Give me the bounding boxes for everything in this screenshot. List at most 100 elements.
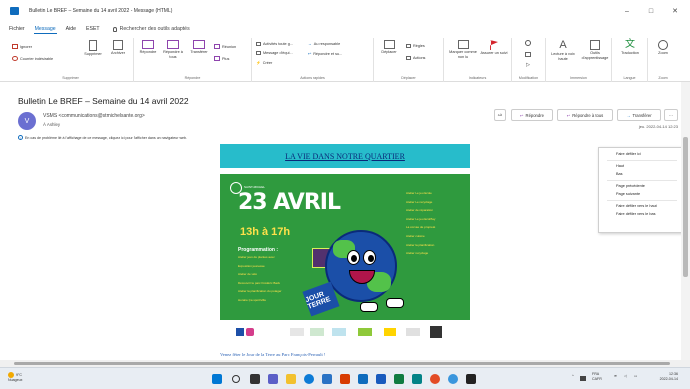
- menu-item-top[interactable]: Haut: [616, 164, 624, 168]
- junk-button[interactable]: Courrier indésirable: [12, 56, 53, 61]
- app-icon[interactable]: [466, 374, 476, 384]
- delete-button[interactable]: Supprimer: [80, 40, 106, 57]
- poster-item: La corvée de propreté: [406, 225, 436, 230]
- office-icon[interactable]: [340, 374, 350, 384]
- ribbon-forward-button[interactable]: Transférer: [186, 40, 212, 55]
- menu-item-scroll-here[interactable]: Faire défiler ici: [616, 152, 641, 156]
- taskbar: 9°C Nuageux ^ FRA CAFR ≋ ◁ ▭ 12:36 2022-…: [0, 367, 690, 389]
- rules-button[interactable]: Règles: [406, 44, 425, 48]
- outlook-taskbar-icon[interactable]: [358, 374, 368, 384]
- ribbon-reply-button[interactable]: Répondre: [136, 40, 160, 55]
- cursor-button[interactable]: ▷: [520, 62, 536, 69]
- app-icon[interactable]: [448, 374, 458, 384]
- thumbs-up-icon: 👍︎: [497, 112, 503, 117]
- horizontal-scrollbar[interactable]: [0, 360, 690, 367]
- menu-item-page-up[interactable]: Page précédente: [616, 184, 645, 188]
- menu-message[interactable]: Message: [33, 25, 57, 34]
- read-aloud-icon: A: [559, 39, 567, 51]
- ribbon-reply-all-button[interactable]: Répondre à tous: [161, 40, 185, 59]
- meeting-button[interactable]: Réunion: [214, 44, 236, 49]
- scroll-context-menu: Faire défiler ici Haut Bas Page précéden…: [598, 147, 684, 233]
- poster-program-heading: Programmation :: [238, 247, 279, 253]
- delete-label: Supprimer: [84, 52, 102, 56]
- quickstep-b[interactable]: → Au responsable: [308, 42, 340, 46]
- info-bar[interactable]: i En cas de problème lié à l'affichage d…: [18, 135, 187, 140]
- event-poster: SAINT-MICHEL 23 AVRIL 13h à 17h Programm…: [220, 174, 470, 348]
- actions-button[interactable]: Actions: [406, 56, 425, 60]
- quickstep-create[interactable]: ⚡ Créer: [256, 60, 272, 66]
- file-explorer-icon[interactable]: [286, 374, 296, 384]
- reply-button[interactable]: ↩ Répondre: [511, 109, 553, 121]
- event-caption[interactable]: Venez fêter le Jour de la Terre au Parc …: [220, 352, 325, 357]
- menu-eset[interactable]: ESET: [85, 25, 101, 33]
- store-icon[interactable]: [322, 374, 332, 384]
- edge-icon[interactable]: [304, 374, 314, 384]
- move-label: Déplacer: [381, 50, 397, 54]
- cloud-icon[interactable]: [580, 376, 586, 381]
- language-indicator[interactable]: FRA CAFR: [592, 372, 602, 381]
- section-title[interactable]: LA VIE DANS NOTRE QUARTIER: [285, 152, 405, 161]
- zoom-button[interactable]: Zoom: [650, 40, 676, 56]
- poster-item: Atelier Le recyclage: [406, 199, 433, 204]
- ignore-button[interactable]: Ignorer: [12, 44, 32, 49]
- close-button[interactable]: ✕: [664, 5, 686, 17]
- more-respond-button[interactable]: Plus: [214, 56, 229, 61]
- vertical-scroll-thumb[interactable]: [683, 137, 688, 277]
- menu-aide[interactable]: Aide: [65, 25, 77, 33]
- learning-tools-button[interactable]: Outils d'apprentissage: [580, 40, 610, 60]
- chrome-icon[interactable]: [430, 374, 440, 384]
- wifi-icon[interactable]: ≋: [614, 374, 617, 378]
- quickstep-a[interactable]: Activités toute g...: [256, 42, 293, 46]
- archive-button[interactable]: Archiver: [106, 40, 130, 56]
- chat-icon[interactable]: [268, 374, 278, 384]
- search-icon: [525, 40, 531, 46]
- poster-item: Découvrir le parc Frédéric Back: [238, 280, 281, 285]
- quickstep-d[interactable]: ↩ Répondre et su...: [308, 51, 342, 57]
- menu-fichier[interactable]: Fichier: [8, 25, 26, 33]
- app-icon[interactable]: [412, 374, 422, 384]
- mark-unread-button[interactable]: Marquer comme non lu: [448, 40, 478, 59]
- forward-arrow-icon: →: [626, 112, 631, 118]
- group-label-modification: Modification: [518, 76, 539, 80]
- translate-button[interactable]: 文 Traduction: [614, 40, 646, 56]
- vertical-scrollbar[interactable]: [681, 82, 690, 360]
- horizontal-scroll-thumb[interactable]: [14, 362, 670, 365]
- excel-icon[interactable]: [394, 374, 404, 384]
- sponsor-logo: [406, 328, 420, 336]
- maximize-button[interactable]: □: [640, 5, 662, 17]
- follow-up-button[interactable]: Assurer un suivi: [480, 40, 508, 56]
- sender[interactable]: VSMS <communications@stmichelsante.org>: [43, 113, 145, 119]
- reply-all-button[interactable]: ↩ Répondre à tous: [557, 109, 613, 121]
- word-icon[interactable]: [376, 374, 386, 384]
- menu-item-page-down[interactable]: Page suivante: [616, 192, 640, 196]
- weather-widget[interactable]: 9°C Nuageux: [8, 372, 22, 383]
- section-banner: LA VIE DANS NOTRE QUARTIER: [220, 144, 470, 168]
- like-button[interactable]: 👍︎: [494, 109, 506, 121]
- volume-icon[interactable]: ◁: [624, 374, 627, 378]
- read-aloud-button[interactable]: A Lecture à voix haute: [548, 40, 578, 61]
- tell-me-search[interactable]: Rechercher des outils adaptés: [112, 26, 190, 32]
- forward-button[interactable]: → Transférer: [617, 109, 661, 121]
- task-view-icon[interactable]: [250, 374, 260, 384]
- clock[interactable]: 12:36 2022-04-14: [660, 372, 678, 382]
- lang-layout: CAFR: [592, 376, 602, 381]
- menu-item-bottom[interactable]: Bas: [616, 172, 623, 176]
- menu-item-scroll-up[interactable]: Faire défiler vers le haut: [616, 204, 657, 208]
- move-button[interactable]: Déplacer: [376, 40, 402, 55]
- reply-all-arrow-icon: ↩: [566, 112, 571, 118]
- more-actions-button[interactable]: ···: [664, 109, 678, 121]
- menu-item-scroll-down[interactable]: Faire défiler vers le bas: [616, 212, 655, 216]
- battery-icon[interactable]: ▭: [634, 374, 637, 378]
- sneaker-illustration: [360, 302, 378, 312]
- start-icon[interactable]: [212, 374, 222, 384]
- select-button[interactable]: [520, 52, 536, 58]
- poster-item: Atelier Le jeu EcoPlay: [406, 216, 436, 221]
- tray-chevron-icon[interactable]: ^: [572, 374, 574, 378]
- quickstep-c[interactable]: Message d'équi...: [256, 51, 293, 55]
- search-icon[interactable]: [232, 375, 240, 383]
- group-indicateurs: Marquer comme non lu Assurer un suivi In…: [444, 38, 512, 82]
- translate-icon: 文: [625, 39, 635, 50]
- find-button[interactable]: [520, 40, 536, 47]
- minimize-button[interactable]: –: [616, 5, 638, 17]
- avatar[interactable]: V: [18, 112, 36, 130]
